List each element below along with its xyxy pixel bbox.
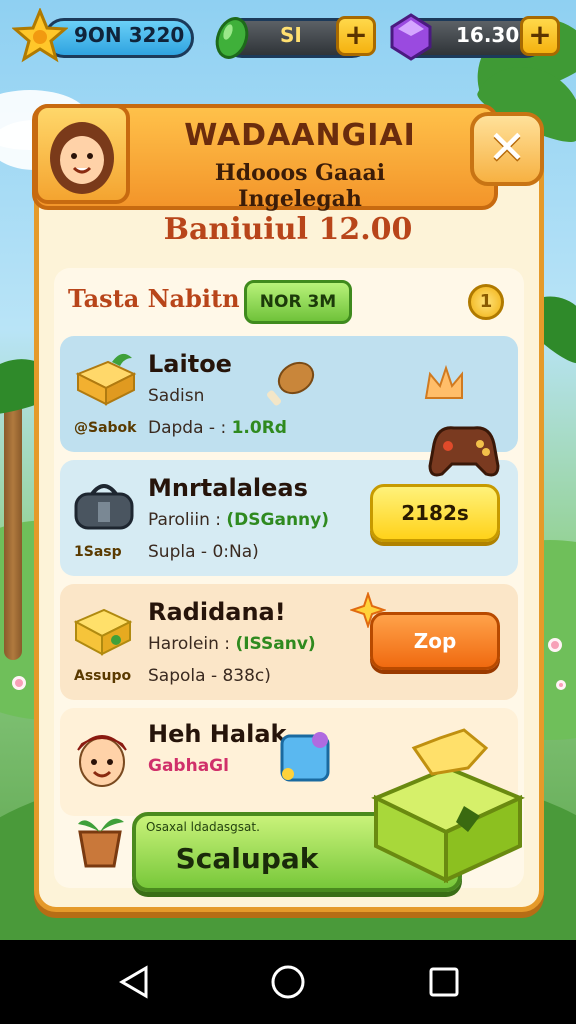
home-icon[interactable]: [268, 962, 308, 1002]
offer-1-line2: Dapda - : 1.0Rd: [148, 418, 287, 438]
offer-3-title: Radidana!: [148, 598, 286, 626]
offer-2-line1-value: (DSGanny): [226, 510, 330, 530]
yellow-gift-box-icon: [70, 596, 136, 660]
green-gem-icon: [212, 12, 252, 62]
system-nav-bar: [0, 940, 576, 1024]
offer-3-line2: Sapola - 838c): [148, 666, 271, 686]
balance-text: Baniuiul 12.00: [163, 212, 413, 247]
offer-1-line2-label: Dapda - :: [148, 418, 227, 438]
offer-2-line1-label: Paroliin :: [148, 510, 227, 530]
close-button[interactable]: ✕: [470, 112, 544, 186]
offer-1-line2-value: 1.0Rd: [231, 418, 287, 438]
offer-1-title: Laitoe: [148, 350, 232, 378]
offer-2-side-tag: 1Sasp: [74, 544, 122, 560]
offer-2-title: Mnrtalaleas: [148, 474, 308, 502]
purple-gem-resource-value: 16.30: [456, 23, 520, 47]
offer-2-buy-button[interactable]: 2182s: [370, 484, 500, 542]
resource-bar: 9ON 3220 SI + 16.30 +: [0, 7, 576, 68]
green-gem-resource-value: SI: [280, 23, 302, 47]
offer-4-line1: GabhaGl: [148, 756, 229, 776]
offer-3-buy-button[interactable]: Zop: [370, 612, 500, 670]
claim-hint: Osaxal ldadasgsat.: [146, 820, 260, 834]
section-tag-button[interactable]: NOR 3M: [244, 280, 352, 324]
offer-1-side-tag: @Sabok: [74, 420, 137, 436]
section-title: Tasta Nabitn: [68, 284, 240, 313]
back-icon[interactable]: [116, 962, 156, 1002]
star-resource-value: 9ON 3220: [74, 23, 185, 47]
green-gift-box-icon[interactable]: [368, 728, 528, 888]
gold-box-icon: [72, 344, 142, 408]
offer-1-line1: Sadisn: [148, 386, 205, 406]
coin-icon[interactable]: 1: [468, 284, 504, 320]
character-avatar-icon: [70, 722, 134, 792]
offer-3-line1-value: (ISSanv): [235, 634, 316, 654]
duffel-bag-icon: [70, 474, 138, 534]
panel-subtitle: Hdooos Gaaai Ingelegah: [214, 160, 386, 212]
panel-title: WADAANGIAI: [184, 118, 416, 153]
gamepad-icon: [424, 414, 504, 488]
offer-4-title: Heh Halak: [148, 720, 287, 748]
purple-gem-icon: [388, 12, 434, 62]
offer-2-line2: Supla - 0:Na): [148, 542, 259, 562]
offer-3-side-tag: Assupo: [74, 668, 132, 684]
crown-icon: [420, 360, 468, 408]
girl-avatar-icon: [50, 122, 114, 194]
offer-3-line1-label: Harolein :: [148, 634, 236, 654]
add-green-gem-button[interactable]: +: [336, 16, 376, 56]
recents-icon[interactable]: [424, 962, 464, 1002]
claim-label: Scalupak: [175, 842, 319, 875]
star-icon: [11, 7, 69, 64]
add-purple-gem-button[interactable]: +: [520, 16, 560, 56]
drumstick-icon: [262, 358, 318, 410]
blue-gift-box-icon: [272, 726, 338, 790]
offer-2-line1: Paroliin : (DSGanny): [148, 510, 329, 530]
offer-3-line1: Harolein : (ISSanv): [148, 634, 316, 654]
plant-pot-icon: [72, 810, 128, 870]
avatar: [34, 104, 130, 204]
